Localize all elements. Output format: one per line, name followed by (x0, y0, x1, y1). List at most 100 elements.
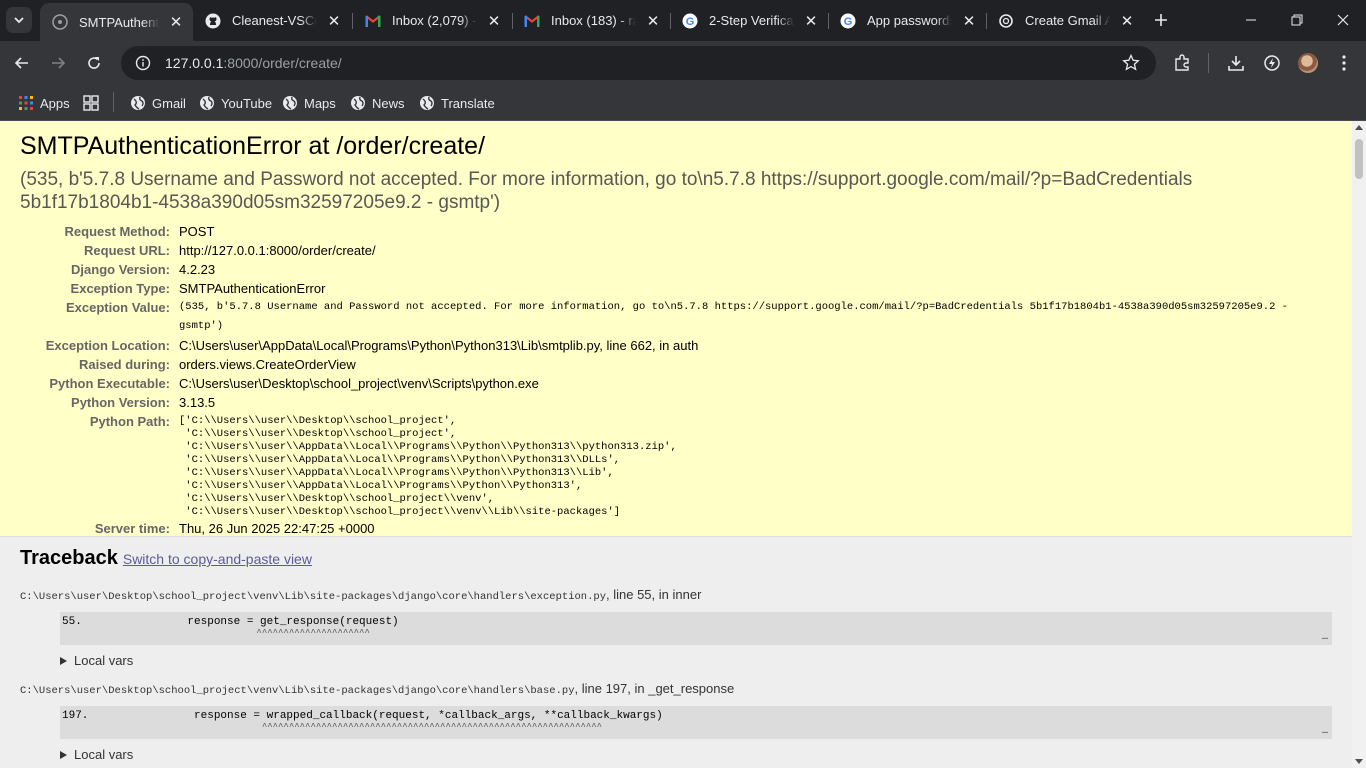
code-context[interactable]: 55. response = get_response(request) ^^^… (60, 612, 1332, 645)
tab-title: Inbox (183) - ran (551, 13, 636, 28)
download-icon[interactable] (1226, 53, 1246, 73)
meta-key: Django Version: (71, 262, 170, 277)
bookmark-separator (113, 92, 114, 112)
scroll-thumb[interactable] (1355, 139, 1363, 179)
meta-value: orders.views.CreateOrderView (179, 357, 356, 372)
local-vars-label: Local vars (74, 747, 134, 762)
close-icon[interactable]: ✕ (802, 12, 820, 30)
bookmark-tab-groups[interactable] (83, 92, 105, 114)
minimize-button[interactable] (1228, 0, 1274, 40)
close-window-button[interactable] (1320, 0, 1366, 40)
code-context[interactable]: 197. response = wrapped_callback(request… (60, 706, 1332, 739)
bookmark-gmail[interactable]: Gmail (130, 92, 186, 114)
tab-inbox-1[interactable]: Inbox (2,079) - a ✕ (353, 0, 511, 41)
tab-smtp-error[interactable]: SMTPAuthenticationError ✕ (40, 3, 193, 41)
meta-key: Exception Value: (65, 300, 170, 315)
bookmark-news[interactable]: News (350, 92, 405, 114)
meta-key: Raised during: (78, 357, 170, 372)
tab-title: Cleanest-VSCode-Theme (232, 13, 317, 28)
profile-avatar[interactable] (1298, 53, 1318, 73)
gmail-icon (524, 13, 540, 29)
close-icon[interactable]: ✕ (485, 12, 503, 30)
meta-value: POST (179, 224, 215, 239)
code-caret: ^^^^^^^^^^^^^^^^^^^^^^^^^^^^^^^^^^^^^^^^… (62, 722, 603, 732)
meta-key: Exception Type: (70, 281, 170, 296)
restore-button[interactable] (1274, 0, 1320, 40)
tab-create-gmail-app[interactable]: Create Gmail App ✕ (986, 0, 1144, 41)
django-icon (52, 14, 68, 30)
reload-button[interactable] (80, 49, 108, 77)
bookmark-label: YouTube (221, 95, 273, 111)
close-icon[interactable]: ✕ (325, 12, 343, 30)
back-button[interactable] (8, 49, 36, 77)
svg-text:G: G (844, 16, 853, 28)
url-rest: :8000/order/create/ (223, 55, 342, 71)
meta-value: (535, b'5.7.8 Username and Password not … (179, 301, 1288, 332)
arrow-left-icon (14, 57, 28, 69)
meta-value: 3.13.5 (179, 395, 216, 410)
bookmark-apps[interactable]: Apps (18, 92, 70, 114)
google-icon: G (682, 13, 698, 29)
code-line: 55. response = get_response(request) (62, 616, 399, 628)
expand-context-button[interactable]: … (1322, 726, 1328, 737)
tab-app-passwords[interactable]: G App passwords ✕ (828, 0, 986, 41)
address-bar[interactable]: 127.0.0.1:8000/order/create/ (121, 46, 1156, 80)
scroll-up-arrow[interactable] (1355, 125, 1363, 130)
meta-row: Exception Value: (535, b'5.7.8 Username a… (20, 298, 1332, 336)
forward-button[interactable] (44, 49, 72, 77)
tab-search-button[interactable] (6, 7, 32, 33)
browser-toolbar: 127.0.0.1:8000/order/create/ (0, 41, 1366, 85)
close-icon[interactable]: ✕ (960, 12, 978, 30)
info-icon[interactable] (135, 55, 151, 71)
tab-strip: SMTPAuthenticationError ✕ Cleanest-VSCod… (0, 0, 1366, 41)
menu-dots-icon[interactable] (1334, 53, 1354, 73)
switch-view-link[interactable]: Switch to copy-and-paste view (123, 551, 312, 567)
frame-line: , line 55, in inner (606, 587, 702, 602)
restore-icon (1291, 14, 1303, 26)
tab-github[interactable]: Cleanest-VSCode-Theme ✕ (193, 0, 351, 41)
triangle-right-icon (60, 750, 67, 759)
bookmark-maps[interactable]: Maps (282, 92, 336, 114)
tab-2step[interactable]: G 2-Step Verification ✕ (670, 0, 828, 41)
toolbar-divider (1208, 53, 1209, 73)
local-vars-toggle[interactable]: Local vars (60, 653, 1332, 668)
meta-row: Python Path: ['C:\\Users\\user\\Desktop\\… (20, 412, 1332, 519)
apps-grid-icon (18, 95, 34, 111)
bookmark-label: Maps (304, 95, 336, 111)
extensions-icon[interactable] (1172, 53, 1192, 73)
close-icon[interactable]: ✕ (1118, 12, 1136, 30)
tab-title: Create Gmail App (1025, 13, 1110, 28)
globe-icon (350, 95, 366, 111)
close-icon[interactable]: ✕ (644, 12, 662, 30)
bookmark-youtube[interactable]: YouTube (199, 92, 272, 114)
close-icon[interactable]: ✕ (167, 13, 185, 31)
meta-row: Python Executable: C:\Users\user\Desktop\… (20, 374, 1332, 393)
traceback-title: Traceback (20, 547, 118, 569)
meta-row: Exception Type: SMTPAuthenticationError (20, 279, 1332, 298)
bookmark-translate[interactable]: Translate (419, 92, 495, 114)
meta-value: C:\Users\user\AppData\Local\Programs\Pyt… (179, 338, 699, 353)
meta-key: Python Version: (71, 395, 170, 410)
bookmark-label: Translate (441, 95, 495, 111)
python-path-value: ['C:\\Users\\user\\Desktop\\school_proje… (179, 415, 677, 518)
star-icon[interactable] (1122, 54, 1140, 72)
frame-location: C:\Users\user\Desktop\school_project\ven… (20, 587, 1332, 603)
scroll-down-arrow[interactable] (1355, 759, 1363, 764)
page-scrollbar[interactable] (1352, 121, 1366, 768)
traceback-section: Traceback Switch to copy-and-paste view C… (0, 537, 1352, 768)
meta-key: Request URL: (84, 243, 170, 258)
globe-icon (199, 95, 215, 111)
performance-icon[interactable] (1262, 53, 1282, 73)
tab-title: 2-Step Verification (709, 13, 794, 28)
tab-groups-icon (83, 95, 99, 111)
code-caret: ^^^^^^^^^^^^^^^^^^^^^ (62, 628, 370, 638)
local-vars-toggle[interactable]: Local vars (60, 747, 1332, 762)
arrow-right-icon (52, 57, 66, 69)
meta-table: Request Method: POST Request URL: http://1… (20, 222, 1332, 538)
tab-inbox-2[interactable]: Inbox (183) - ran ✕ (512, 0, 670, 41)
expand-context-button[interactable]: … (1322, 632, 1328, 643)
new-tab-button[interactable] (1149, 8, 1173, 32)
local-vars-label: Local vars (74, 653, 134, 668)
globe-icon (419, 95, 435, 111)
meta-row: Request URL: http://127.0.0.1:8000/order/… (20, 241, 1332, 260)
